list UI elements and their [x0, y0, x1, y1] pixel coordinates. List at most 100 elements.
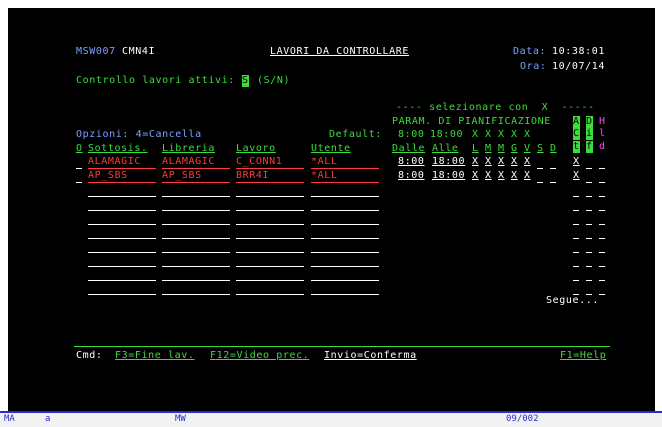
empty-field[interactable]: [88, 238, 156, 239]
row-dif-input[interactable]: [586, 182, 592, 183]
dif-header-2: i: [586, 128, 593, 140]
row-day-l-input[interactable]: X: [472, 156, 479, 168]
empty-flag-field[interactable]: [599, 266, 605, 267]
empty-flag-field[interactable]: [573, 266, 579, 267]
empty-field[interactable]: [162, 224, 230, 225]
enter-confirm-key[interactable]: Invio=Conferma: [324, 350, 417, 362]
empty-field[interactable]: [311, 196, 379, 197]
empty-field[interactable]: [311, 252, 379, 253]
empty-flag-field[interactable]: [599, 252, 605, 253]
empty-flag-field[interactable]: [586, 280, 592, 281]
empty-flag-field[interactable]: [573, 224, 579, 225]
row-dif-input[interactable]: [586, 168, 592, 169]
row-day-d-input[interactable]: [550, 182, 556, 183]
row-day-v-input[interactable]: X: [524, 170, 531, 182]
empty-flag-field[interactable]: [586, 210, 592, 211]
row-act-input[interactable]: X: [573, 156, 580, 168]
program-id: MSW007: [76, 46, 116, 57]
empty-flag-field[interactable]: [573, 252, 579, 253]
empty-field[interactable]: [162, 238, 230, 239]
col-from: Dalle: [392, 143, 426, 154]
command-label: Cmd:: [76, 350, 103, 361]
empty-flag-field[interactable]: [573, 196, 579, 197]
empty-flag-field[interactable]: [573, 280, 579, 281]
row-to-input[interactable]: 18:00: [432, 156, 465, 168]
col-opt: O: [76, 143, 83, 154]
row-day-g-input[interactable]: X: [511, 170, 518, 182]
empty-flag-field[interactable]: [586, 252, 592, 253]
row-day-g-input[interactable]: X: [511, 156, 518, 168]
row-opt-input[interactable]: [76, 182, 82, 183]
empty-field[interactable]: [162, 294, 230, 295]
row-day-m2-input[interactable]: X: [498, 156, 505, 168]
col-user: Utente: [311, 143, 351, 154]
empty-field[interactable]: [162, 196, 230, 197]
row-from-input[interactable]: 8:00: [398, 156, 424, 168]
empty-flag-field[interactable]: [586, 238, 592, 239]
command-separator: [74, 346, 610, 347]
empty-flag-field[interactable]: [586, 196, 592, 197]
f1-help-key[interactable]: F1=Help: [560, 350, 606, 362]
empty-field[interactable]: [162, 210, 230, 211]
empty-field[interactable]: [162, 252, 230, 253]
date-value: 10:38:01: [552, 46, 605, 57]
empty-field[interactable]: [88, 294, 156, 295]
empty-field[interactable]: [236, 252, 304, 253]
default-day-g: X: [511, 129, 518, 140]
row-day-v-input[interactable]: X: [524, 156, 531, 168]
empty-field[interactable]: [311, 224, 379, 225]
empty-field[interactable]: [236, 224, 304, 225]
empty-field[interactable]: [311, 280, 379, 281]
empty-field[interactable]: [88, 196, 156, 197]
row-hld-input[interactable]: [599, 182, 605, 183]
row-act-input[interactable]: X: [573, 170, 580, 182]
empty-field[interactable]: [311, 238, 379, 239]
row-day-m-input[interactable]: X: [485, 156, 492, 168]
row-from-input[interactable]: 8:00: [398, 170, 424, 182]
f12-previous-key[interactable]: F12=Video prec.: [210, 350, 309, 362]
empty-field[interactable]: [311, 294, 379, 295]
status-mode: MA: [4, 414, 15, 424]
empty-flag-field[interactable]: [599, 280, 605, 281]
control-input[interactable]: S: [242, 75, 249, 87]
empty-flag-field[interactable]: [586, 266, 592, 267]
row-to-input[interactable]: 18:00: [432, 170, 465, 182]
empty-field[interactable]: [88, 266, 156, 267]
empty-field[interactable]: [88, 252, 156, 253]
row-hld-input[interactable]: [599, 168, 605, 169]
row-opt-input[interactable]: [76, 168, 82, 169]
row-day-l-input[interactable]: X: [472, 170, 479, 182]
row-day-s-input[interactable]: [537, 168, 543, 169]
empty-field[interactable]: [236, 266, 304, 267]
empty-flag-field[interactable]: [573, 210, 579, 211]
status-session: a: [45, 414, 51, 424]
empty-field[interactable]: [88, 224, 156, 225]
empty-flag-field[interactable]: [586, 224, 592, 225]
empty-field[interactable]: [88, 280, 156, 281]
empty-flag-field[interactable]: [599, 196, 605, 197]
empty-field[interactable]: [162, 280, 230, 281]
empty-flag-field[interactable]: [599, 210, 605, 211]
row-day-m2-input[interactable]: X: [498, 170, 505, 182]
empty-field[interactable]: [88, 210, 156, 211]
empty-field[interactable]: [236, 280, 304, 281]
empty-field[interactable]: [311, 210, 379, 211]
empty-flag-field[interactable]: [599, 294, 605, 295]
row-day-s-input[interactable]: [537, 182, 543, 183]
empty-flag-field[interactable]: [599, 224, 605, 225]
col-subsystem: Sottosis.: [88, 143, 148, 154]
row-subsystem: AP_SBS: [88, 170, 128, 181]
empty-field[interactable]: [236, 210, 304, 211]
empty-field[interactable]: [311, 266, 379, 267]
default-day-l: X: [472, 129, 479, 140]
empty-field[interactable]: [236, 294, 304, 295]
empty-flag-field[interactable]: [573, 238, 579, 239]
empty-field[interactable]: [236, 238, 304, 239]
row-day-m-input[interactable]: X: [485, 170, 492, 182]
row-day-d-input[interactable]: [550, 168, 556, 169]
empty-field[interactable]: [162, 266, 230, 267]
f3-exit-key[interactable]: F3=Fine lav.: [115, 350, 194, 362]
empty-field[interactable]: [236, 196, 304, 197]
empty-flag-field[interactable]: [599, 238, 605, 239]
more-indicator: Segue...: [546, 295, 599, 306]
